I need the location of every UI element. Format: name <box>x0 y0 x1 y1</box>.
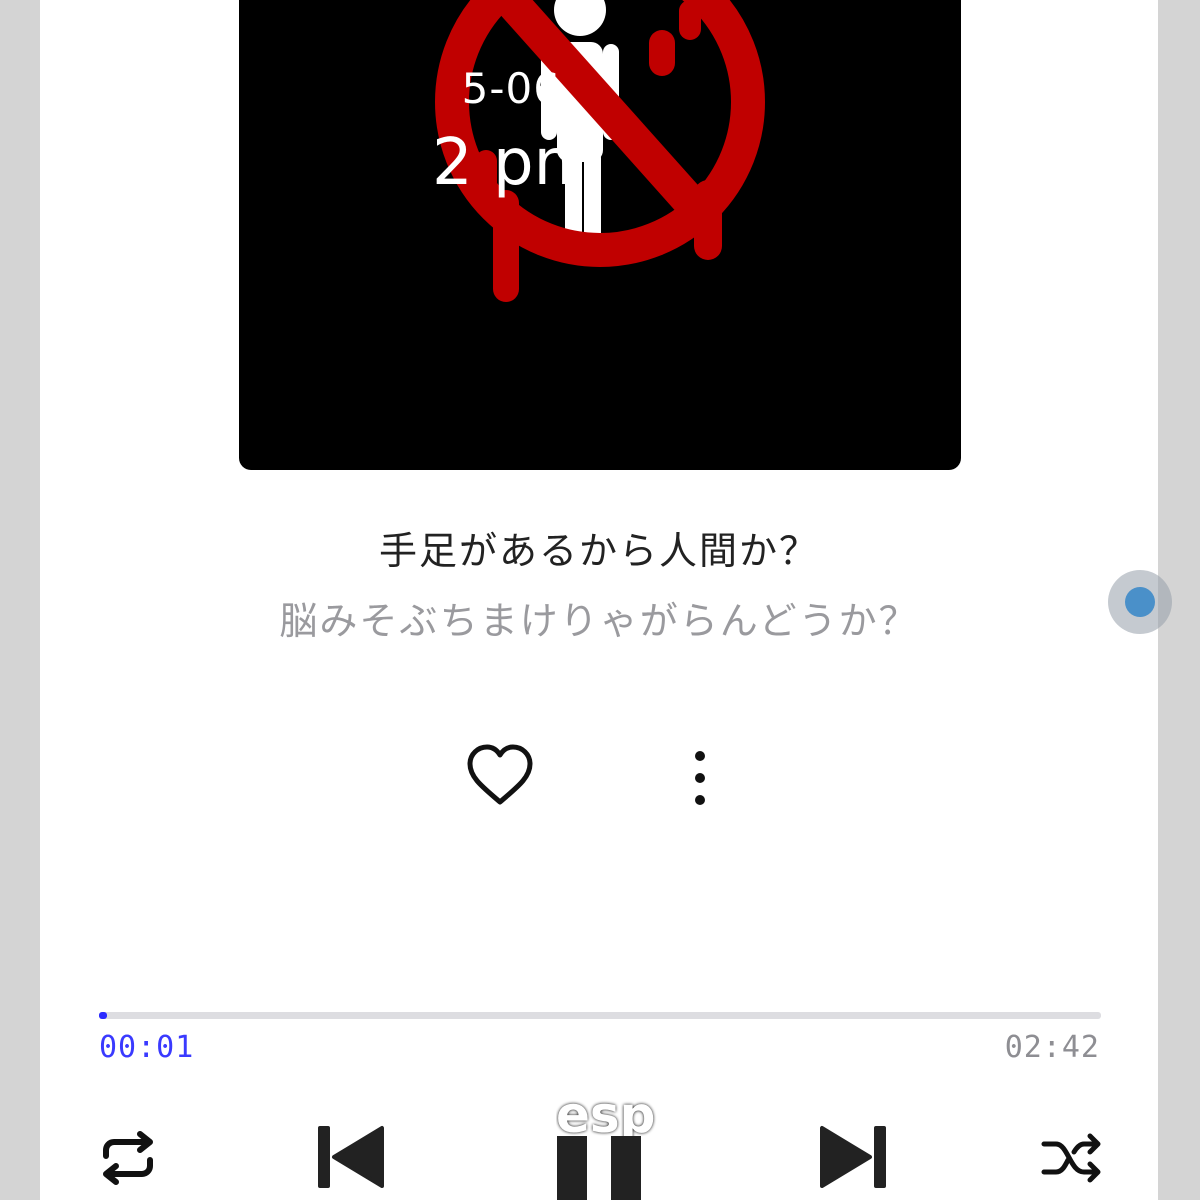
repeat-button[interactable] <box>96 1126 160 1190</box>
elapsed-time: 00:01 <box>99 1030 195 1065</box>
like-button[interactable] <box>464 740 536 812</box>
album-artwork: 5-06 2 pm <box>239 0 961 470</box>
more-vertical-icon <box>695 751 705 805</box>
overlay-caption-text: esp <box>556 1086 656 1136</box>
assistive-touch-button[interactable] <box>1108 570 1172 634</box>
heart-outline-icon <box>467 744 533 805</box>
song-artist[interactable]: 脳みそぶちまけりゃがらんどうか？ <box>40 590 1158 645</box>
pause-icon <box>557 1136 641 1200</box>
music-player-screen: 5-06 2 pm 手足があるから人間か？ 脳みそぶちまけりゃがらんどうか？ 0… <box>40 0 1158 1200</box>
progress-fill <box>99 1012 107 1019</box>
progress-bar[interactable] <box>99 1012 1101 1019</box>
shuffle-icon <box>1041 1133 1101 1183</box>
total-time: 02:42 <box>1004 1030 1100 1065</box>
previous-track-button[interactable] <box>316 1124 386 1190</box>
overlay-time-text: 2 pm <box>431 126 596 200</box>
skip-next-icon <box>820 1126 886 1188</box>
shuffle-button[interactable] <box>1040 1130 1104 1186</box>
next-track-button[interactable] <box>818 1124 888 1190</box>
prohibition-sign-icon <box>435 0 765 302</box>
skip-previous-icon <box>318 1126 384 1188</box>
song-title: 手足があるから人間か？ <box>378 529 819 573</box>
assistive-touch-dot <box>1125 587 1155 617</box>
pause-button[interactable] <box>555 1136 645 1200</box>
more-options-button[interactable] <box>680 742 720 814</box>
repeat-icon <box>103 1131 153 1185</box>
overlay-date-text: 5-06 <box>461 64 561 113</box>
